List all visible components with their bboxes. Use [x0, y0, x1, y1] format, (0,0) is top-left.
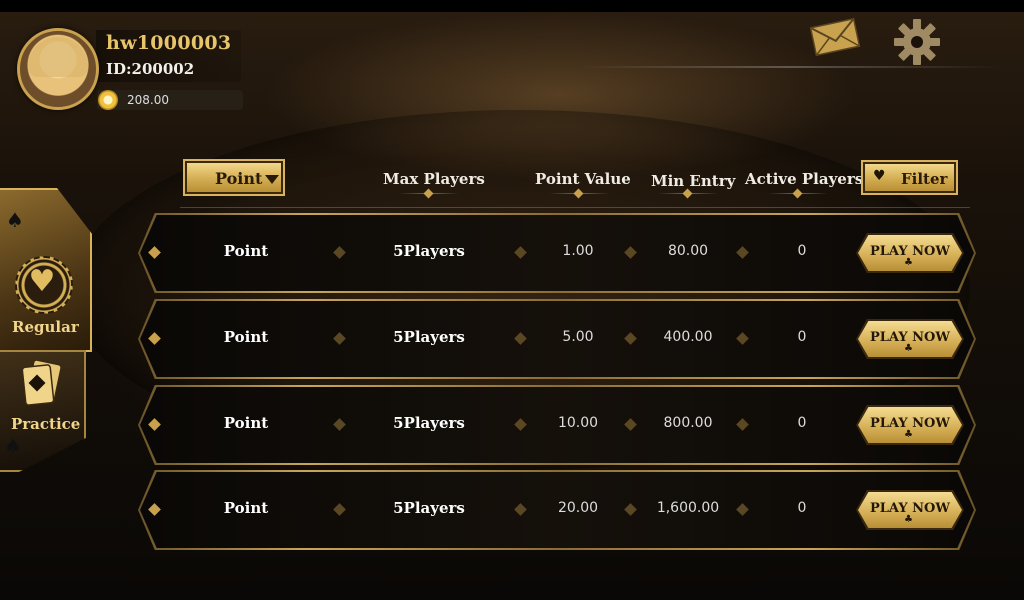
- row-type: Point: [223, 328, 269, 346]
- column-header-ornament: [399, 191, 459, 197]
- row-max-players: 5Players: [393, 499, 465, 517]
- tab-practice-label: Practice: [11, 415, 81, 433]
- username: hw1000003: [106, 32, 232, 54]
- row-point-value: 5.00: [562, 329, 594, 345]
- point-type-dropdown[interactable]: Point: [185, 161, 283, 194]
- top-strip: [0, 0, 1024, 12]
- play-now-button[interactable]: PLAY NOW ♣: [858, 407, 962, 443]
- club-icon: ♣: [904, 429, 913, 440]
- row-type: Point: [223, 242, 269, 260]
- header-divider: [180, 207, 970, 208]
- column-header-active-players: Active Players: [745, 170, 864, 188]
- row-active-players: 0: [797, 500, 807, 516]
- play-now-button[interactable]: PLAY NOW ♣: [858, 235, 962, 271]
- spade-icon: ♠: [6, 208, 24, 232]
- filter-label: Filter: [901, 170, 948, 188]
- filter-button[interactable]: ♥ Filter: [863, 162, 956, 193]
- dropdown-label: Point: [215, 169, 263, 188]
- row-min-entry: 800.00: [663, 415, 713, 431]
- cards-icon: [21, 360, 62, 406]
- play-now-button[interactable]: PLAY NOW ♣: [858, 492, 962, 528]
- row-active-players: 0: [797, 243, 807, 259]
- column-header-min-entry: Min Entry: [651, 172, 736, 190]
- row-max-players: 5Players: [393, 328, 465, 346]
- row-min-entry: 80.00: [667, 243, 709, 259]
- row-type: Point: [223, 414, 269, 432]
- tab-regular-label: Regular: [12, 318, 79, 336]
- row-point-value: 10.00: [557, 415, 599, 431]
- row-point-value: 1.00: [562, 243, 594, 259]
- balance-value: 208.00: [127, 93, 169, 107]
- user-id: ID:200002: [106, 60, 195, 78]
- heart-icon: ♥: [28, 264, 56, 299]
- column-header-ornament: [549, 191, 609, 197]
- row-max-players: 5Players: [393, 414, 465, 432]
- balance-bar: [97, 90, 243, 110]
- column-header-ornament: [768, 191, 828, 197]
- coin-icon: [98, 90, 118, 110]
- row-min-entry: 1,600.00: [656, 500, 720, 516]
- row-type: Point: [223, 499, 269, 517]
- club-icon: ♣: [904, 343, 913, 354]
- top-divider: [580, 66, 1000, 68]
- club-icon: ♣: [904, 514, 913, 525]
- avatar[interactable]: [17, 28, 99, 110]
- column-header-max-players: Max Players: [383, 170, 485, 188]
- row-active-players: 0: [797, 415, 807, 431]
- row-active-players: 0: [797, 329, 807, 345]
- play-now-button[interactable]: PLAY NOW ♣: [858, 321, 962, 357]
- row-point-value: 20.00: [557, 500, 599, 516]
- spade-icon: ♠: [4, 434, 22, 458]
- row-min-entry: 400.00: [663, 329, 713, 345]
- heart-icon: ♥: [873, 168, 886, 184]
- club-icon: ♣: [904, 257, 913, 268]
- gear-icon[interactable]: [893, 18, 941, 66]
- mail-icon[interactable]: [809, 17, 861, 57]
- row-max-players: 5Players: [393, 242, 465, 260]
- column-header-point-value: Point Value: [535, 170, 631, 188]
- chevron-down-icon: [265, 175, 279, 184]
- column-header-ornament: [658, 191, 718, 197]
